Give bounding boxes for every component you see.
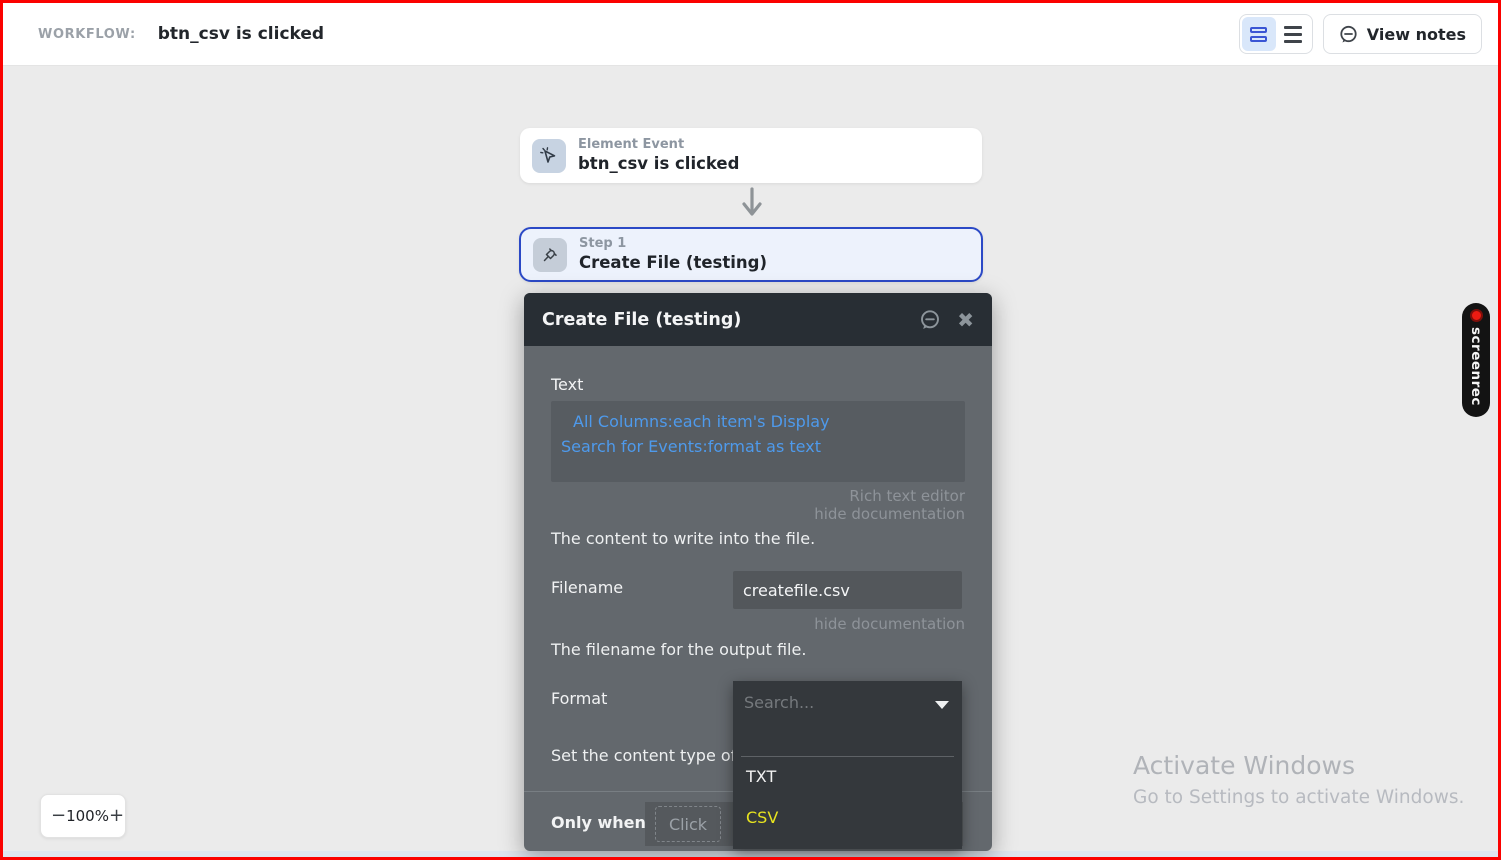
- modal-title: Create File (testing): [542, 309, 742, 330]
- cursor-click-icon: [532, 138, 566, 173]
- zoom-out-button[interactable]: −: [51, 807, 66, 825]
- activate-windows-subtitle: Go to Settings to activate Windows.: [1133, 787, 1465, 808]
- zoom-in-button[interactable]: +: [109, 807, 124, 825]
- card-view-button[interactable]: [1241, 17, 1276, 51]
- canvas-bottom-strip: [3, 851, 1498, 857]
- list-view-button[interactable]: [1276, 17, 1310, 51]
- modal-header[interactable]: Create File (testing) ✖: [524, 293, 992, 346]
- only-when-label: Only when: [551, 813, 646, 832]
- zoom-level: 100%: [66, 807, 109, 825]
- view-notes-button[interactable]: View notes: [1322, 14, 1482, 54]
- comment-bubble-icon[interactable]: [919, 309, 941, 331]
- hide-documentation-link-text[interactable]: hide documentation: [814, 505, 965, 523]
- flow-arrow-down-icon: [739, 187, 765, 219]
- activate-windows-title: Activate Windows: [1133, 751, 1355, 780]
- screenrec-watermark[interactable]: screenrec: [1462, 303, 1490, 417]
- view-mode-toggle: [1238, 14, 1313, 54]
- expression-line-2[interactable]: Search for Events:format as text: [561, 434, 955, 459]
- notes-bubble-icon: [1339, 25, 1358, 44]
- step-card-texts: Step 1 Create File (testing): [579, 236, 767, 272]
- dropdown-search-input[interactable]: Search...: [744, 693, 814, 712]
- dropdown-separator: [741, 756, 954, 757]
- hide-documentation-link-filename[interactable]: hide documentation: [814, 615, 965, 633]
- filename-field-label: Filename: [551, 578, 624, 597]
- click-placeholder-text: Click: [668, 814, 708, 834]
- expression-line-1[interactable]: All Columns:each item's Display: [573, 409, 955, 434]
- topbar-actions: View notes: [1238, 14, 1482, 54]
- filename-value: createfile.csv: [743, 580, 850, 600]
- close-icon[interactable]: ✖: [957, 310, 974, 330]
- event-type-label: Element Event: [578, 137, 685, 153]
- card-view-icon: [1250, 26, 1268, 42]
- activate-windows-watermark: Activate Windows Go to Settings to activ…: [1133, 751, 1464, 808]
- workflow-label: WORKFLOW:: [38, 26, 136, 42]
- format-field-label: Format: [551, 689, 608, 708]
- text-field-label: Text: [551, 375, 584, 394]
- event-card-texts: Element Event btn_csv is clicked: [578, 137, 739, 173]
- list-view-icon: [1283, 25, 1302, 43]
- step-number-label: Step 1: [579, 236, 627, 252]
- plugin-plug-icon: [533, 237, 567, 272]
- filename-input[interactable]: createfile.csv: [733, 571, 962, 609]
- app-window: WORKFLOW: btn_csv is clicked View notes …: [0, 0, 1501, 860]
- chevron-down-icon[interactable]: [935, 701, 949, 709]
- event-card[interactable]: Element Event btn_csv is clicked: [520, 128, 982, 183]
- format-dropdown: Search... TXT CSV: [733, 681, 962, 849]
- only-when-click-placeholder[interactable]: Click: [655, 806, 721, 842]
- workflow-topbar: WORKFLOW: btn_csv is clicked View notes: [3, 3, 1498, 66]
- record-dot-icon: [1469, 309, 1483, 322]
- dropdown-option-txt[interactable]: TXT: [746, 767, 776, 786]
- step-card[interactable]: Step 1 Create File (testing): [519, 227, 983, 282]
- view-notes-label: View notes: [1366, 24, 1466, 44]
- filename-field-help: The filename for the output file.: [551, 640, 807, 659]
- workflow-title: btn_csv is clicked: [157, 24, 325, 44]
- text-expression-editor[interactable]: All Columns:each item's Display Search f…: [551, 401, 965, 482]
- dropdown-option-csv[interactable]: CSV: [746, 808, 778, 827]
- screenrec-label: screenrec: [1468, 327, 1484, 406]
- rich-text-editor-link[interactable]: Rich text editor: [849, 487, 965, 505]
- step-title: Create File (testing): [579, 252, 767, 272]
- canvas-zoom-control: − 100% +: [40, 794, 126, 838]
- text-field-help: The content to write into the file.: [551, 529, 816, 548]
- event-title: btn_csv is clicked: [578, 153, 740, 173]
- workflow-canvas[interactable]: Element Event btn_csv is clicked Step 1 …: [3, 67, 1498, 857]
